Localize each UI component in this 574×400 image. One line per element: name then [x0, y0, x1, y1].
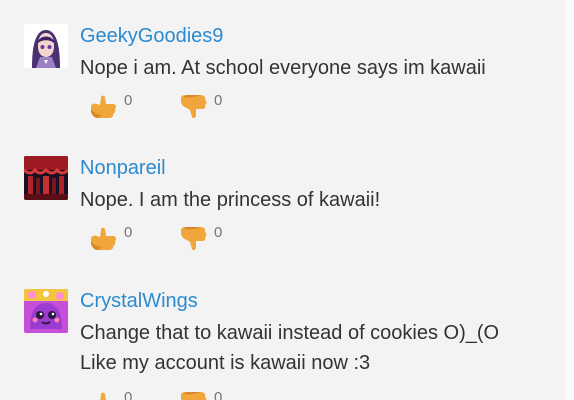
thumbs-up-icon — [91, 95, 117, 118]
thumbs-down-icon — [181, 227, 207, 251]
dislike-count: 0 — [214, 92, 223, 109]
thumbs-up-icon — [91, 227, 117, 250]
like-count: 0 — [124, 224, 133, 241]
comment-text: Nope i am. At school everyone says im ka… — [80, 57, 486, 79]
comment-text: Change that to kawaii instead of cookies… — [80, 322, 500, 344]
like-count: 0 — [124, 92, 133, 109]
like-count: 0 — [124, 389, 133, 400]
scrollbar-track[interactable] — [566, 0, 574, 400]
thumbs-down-icon — [181, 392, 207, 400]
comments-page: GeekyGoodies9 Nope i am. At school every… — [0, 0, 574, 400]
vote-bar: 0 0 — [88, 92, 268, 122]
avatar[interactable] — [24, 289, 68, 333]
dislike-count: 0 — [214, 224, 223, 241]
anime-girl-avatar-icon — [24, 24, 68, 68]
comment-username[interactable]: Nonpareil — [80, 154, 166, 182]
comment-username[interactable]: CrystalWings — [80, 287, 198, 315]
comment-username[interactable]: GeekyGoodies9 — [80, 22, 223, 50]
vote-bar: 0 0 — [88, 224, 268, 254]
avatar[interactable] — [24, 24, 68, 68]
thumbs-down-icon — [181, 95, 207, 119]
avatar[interactable] — [24, 156, 68, 200]
vote-bar: 0 0 — [88, 389, 268, 400]
purple-kawaii-avatar-icon — [24, 289, 68, 333]
dislike-count: 0 — [214, 389, 223, 400]
thumbs-up-icon — [100, 392, 106, 400]
red-theater-avatar-icon — [24, 156, 68, 200]
comment-text: Nope. I am the princess of kawaii! — [80, 189, 381, 211]
comment-text: Like my account is kawaii now :3 — [80, 352, 371, 374]
